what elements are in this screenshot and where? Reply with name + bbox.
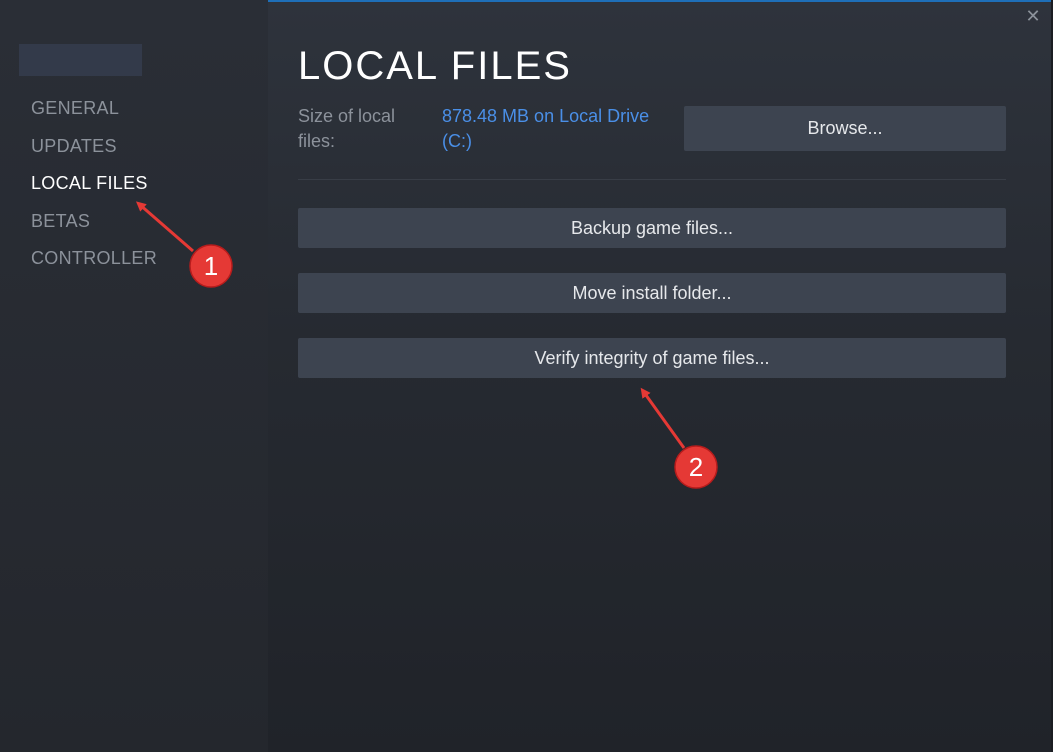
local-files-size-value[interactable]: 878.48 MB on Local Drive (C:)	[442, 104, 672, 154]
move-install-folder-button[interactable]: Move install folder...	[298, 273, 1006, 313]
annotation-badge-2: 2	[674, 445, 718, 489]
section-divider	[298, 179, 1006, 180]
browse-button[interactable]: Browse...	[684, 106, 1006, 151]
sidebar-item-controller[interactable]: CONTROLLER	[31, 248, 157, 269]
sidebar-item-updates[interactable]: UPDATES	[31, 136, 117, 157]
steam-properties-window: GENERAL UPDATES LOCAL FILES BETAS CONTRO…	[0, 0, 1053, 752]
backup-game-files-button[interactable]: Backup game files...	[298, 208, 1006, 248]
close-icon[interactable]: ✕	[1023, 6, 1043, 26]
sidebar-item-local-files[interactable]: LOCAL FILES	[31, 173, 148, 194]
sidebar-item-betas[interactable]: BETAS	[31, 211, 90, 232]
annotation-arrow-2	[640, 387, 686, 449]
sidebar: GENERAL UPDATES LOCAL FILES BETAS CONTRO…	[0, 0, 268, 752]
sidebar-item-general[interactable]: GENERAL	[31, 98, 119, 119]
annotation-number-2: 2	[689, 452, 703, 482]
verify-integrity-button[interactable]: Verify integrity of game files...	[298, 338, 1006, 378]
page-title: LOCAL FILES	[298, 44, 572, 88]
size-of-local-files-label: Size of local files:	[298, 106, 396, 151]
game-title-redacted	[19, 44, 142, 76]
